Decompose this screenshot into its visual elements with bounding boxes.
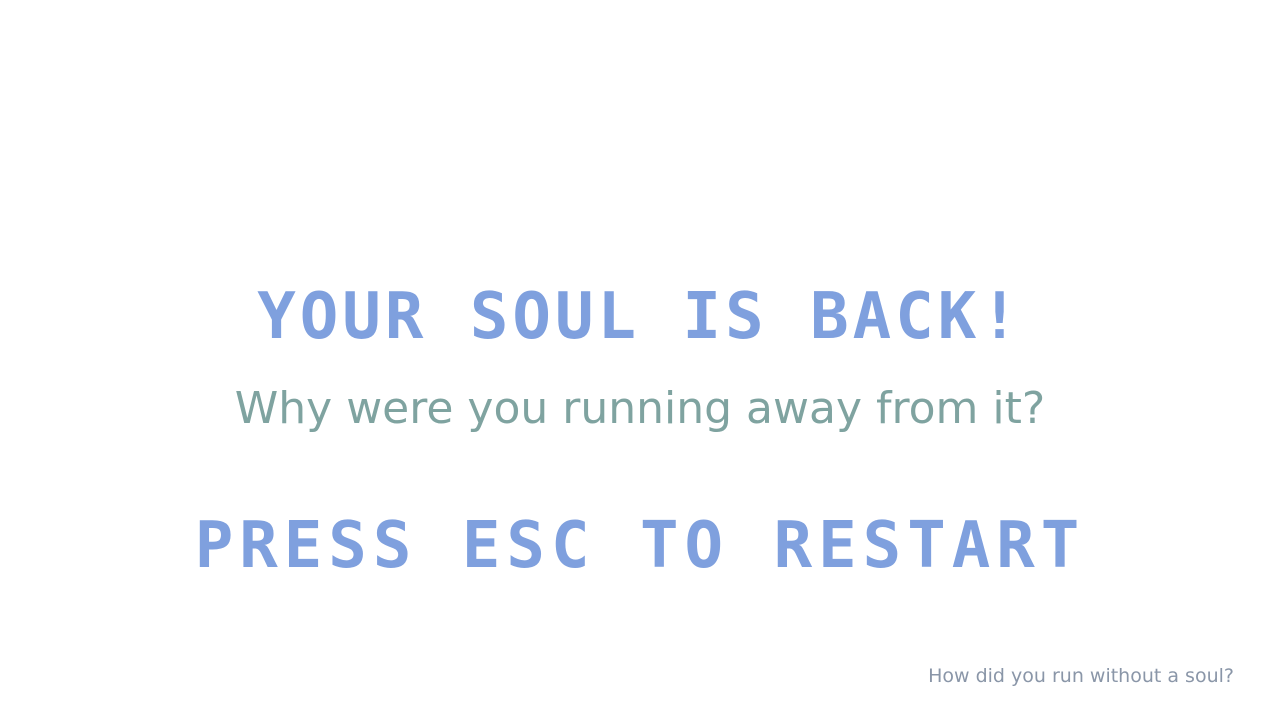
restart-prompt: PRESS ESC TO RESTART xyxy=(194,509,1086,583)
footer-note: How did you run without a soul? xyxy=(928,665,1234,687)
end-subtitle: Why were you running away from it? xyxy=(234,383,1046,434)
end-title: YOUR SOUL IS BACK! xyxy=(257,280,1023,354)
end-screen: YOUR SOUL IS BACK! Why were you running … xyxy=(0,0,1280,720)
